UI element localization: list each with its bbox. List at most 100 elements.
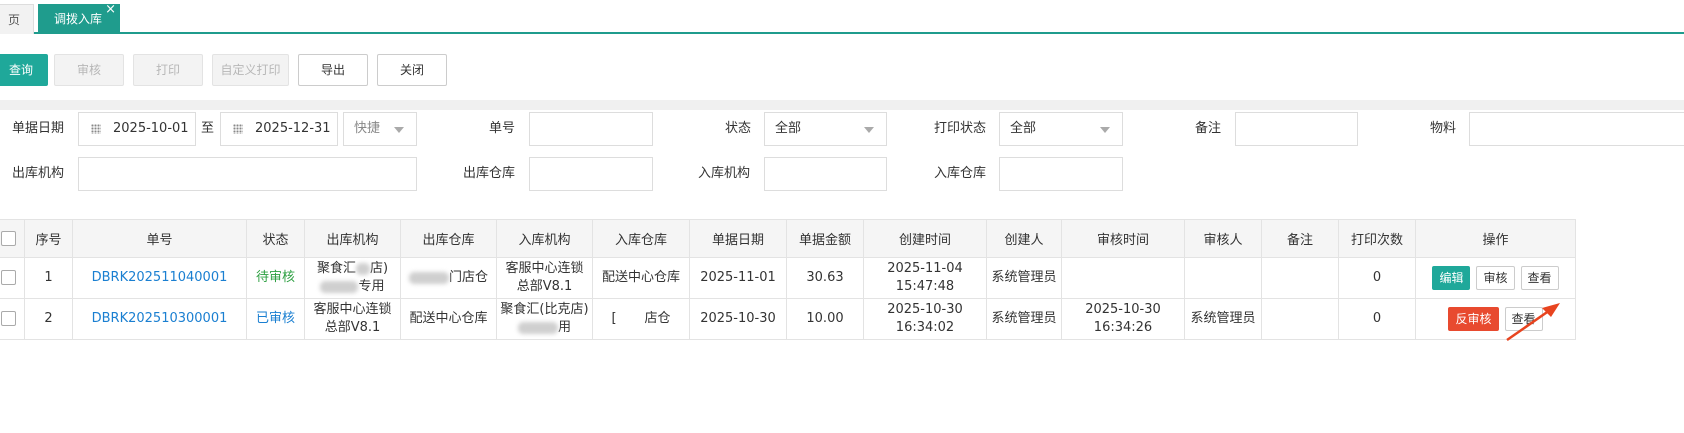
row-select-cell[interactable] bbox=[0, 298, 25, 340]
column-header: 打印次数 bbox=[1338, 219, 1416, 258]
creator-cell: 系统管理员 bbox=[986, 257, 1062, 299]
out-org-cell: 客服中心连锁 总部V8.1 bbox=[304, 298, 401, 340]
select-all-checkbox[interactable] bbox=[1, 231, 16, 246]
column-header: 备注 bbox=[1261, 219, 1339, 258]
remark-cell bbox=[1261, 298, 1339, 340]
in-wh-input[interactable] bbox=[999, 157, 1123, 191]
in-wh-label: 入库仓库 bbox=[934, 166, 987, 181]
status-cell: 已审核 bbox=[246, 298, 305, 340]
column-header: 审核人 bbox=[1184, 219, 1262, 258]
edit-button[interactable]: 编辑 bbox=[1432, 266, 1471, 290]
number-cell[interactable]: DBRK202510300001 bbox=[72, 298, 247, 340]
in-org-input[interactable] bbox=[764, 157, 887, 191]
status-badge: 已审核 bbox=[255, 311, 295, 326]
query-button[interactable]: 查询 bbox=[0, 54, 48, 86]
table-row[interactable]: 1 DBRK202511040001 待审核 聚食汇 店) 专用 门店仓 客服中心… bbox=[0, 257, 1576, 299]
date-from-input[interactable]: 2025-10-01 bbox=[78, 112, 196, 146]
in-wh-cell: [店仓 bbox=[592, 298, 690, 340]
column-header: 审核时间 bbox=[1061, 219, 1185, 258]
custom-print-button[interactable]: 自定义打印 bbox=[212, 54, 289, 86]
column-header: 创建人 bbox=[986, 219, 1062, 258]
out-org-cell: 聚食汇 店) 专用 bbox=[304, 257, 401, 299]
print-button[interactable]: 打印 bbox=[133, 54, 203, 86]
amount-cell: 30.63 bbox=[786, 257, 864, 299]
toolbar: 查询 审核 打印 自定义打印 导出 关闭 bbox=[0, 34, 1684, 100]
print-count-cell: 0 bbox=[1338, 298, 1416, 340]
reviewed-cell: 2025-10-30 16:34:26 bbox=[1061, 298, 1185, 340]
select-all-cell[interactable] bbox=[0, 219, 25, 258]
table-header-row: 序号 单号 状态 出库机构 出库仓库 入库机构 入库仓库 单据日期 单据金额 创… bbox=[0, 219, 1576, 258]
out-wh-input[interactable] bbox=[529, 157, 653, 191]
number-input[interactable] bbox=[529, 112, 653, 146]
created-cell: 2025-11-04 15:47:48 bbox=[863, 257, 987, 299]
remark-input[interactable] bbox=[1235, 112, 1358, 146]
ops-cell: 编辑 审核 查看 bbox=[1415, 257, 1576, 299]
print-status-label: 打印状态 bbox=[934, 121, 987, 136]
column-header: 创建时间 bbox=[863, 219, 987, 258]
column-header: 入库机构 bbox=[496, 219, 593, 258]
table-row[interactable]: 2 DBRK202510300001 已审核 客服中心连锁 总部V8.1 配送中心… bbox=[0, 298, 1576, 340]
quick-select[interactable]: 快捷 bbox=[343, 112, 417, 146]
column-header: 状态 bbox=[246, 219, 305, 258]
seq-cell: 2 bbox=[24, 298, 73, 340]
tab-transfer-inbound[interactable]: 调拨入库 × bbox=[38, 2, 120, 34]
to-label: 至 bbox=[201, 121, 215, 136]
divider bbox=[0, 100, 1684, 110]
column-header: 序号 bbox=[24, 219, 73, 258]
document-number-link[interactable]: DBRK202511040001 bbox=[92, 270, 228, 285]
out-org-label: 出库机构 bbox=[12, 166, 65, 181]
remark-cell bbox=[1261, 257, 1339, 299]
chevron-down-icon bbox=[1100, 127, 1110, 133]
number-label: 单号 bbox=[489, 121, 516, 136]
document-number-link[interactable]: DBRK202510300001 bbox=[92, 311, 228, 326]
chevron-down-icon bbox=[864, 127, 874, 133]
print-status-select[interactable]: 全部 bbox=[999, 112, 1123, 146]
seq-cell: 1 bbox=[24, 257, 73, 299]
print-count-cell: 0 bbox=[1338, 257, 1416, 299]
reviewed-cell bbox=[1061, 257, 1185, 299]
redacted-text bbox=[517, 321, 558, 334]
status-select[interactable]: 全部 bbox=[764, 112, 887, 146]
reviewer-cell bbox=[1184, 257, 1262, 299]
status-cell: 待审核 bbox=[246, 257, 305, 299]
arrow-annotation-icon bbox=[1506, 303, 1560, 342]
calendar-icon bbox=[233, 124, 243, 134]
chevron-down-icon bbox=[394, 127, 404, 133]
row-checkbox[interactable] bbox=[1, 311, 16, 326]
created-cell: 2025-10-30 16:34:02 bbox=[863, 298, 987, 340]
tab-bar: 页 调拨入库 × bbox=[0, 0, 1684, 34]
in-wh-cell: 配送中心仓库 bbox=[592, 257, 690, 299]
row-select-cell[interactable] bbox=[0, 257, 25, 299]
column-header: 操作 bbox=[1415, 219, 1576, 258]
tab-label: 调拨入库 bbox=[54, 12, 103, 26]
review-row-button[interactable]: 审核 bbox=[1476, 266, 1515, 290]
column-header: 单号 bbox=[72, 219, 247, 258]
view-button[interactable]: 查看 bbox=[1520, 266, 1559, 290]
column-header: 出库机构 bbox=[304, 219, 401, 258]
redacted-text bbox=[320, 280, 359, 293]
reviewer-cell: 系统管理员 bbox=[1184, 298, 1262, 340]
material-input[interactable] bbox=[1469, 112, 1684, 146]
review-button[interactable]: 审核 bbox=[54, 54, 124, 86]
close-button[interactable]: 关闭 bbox=[377, 54, 447, 86]
out-org-input[interactable] bbox=[78, 157, 417, 191]
unreview-button[interactable]: 反审核 bbox=[1448, 307, 1499, 331]
calendar-icon bbox=[91, 124, 101, 134]
column-header: 单据日期 bbox=[689, 219, 787, 258]
row-checkbox[interactable] bbox=[1, 270, 16, 285]
export-button[interactable]: 导出 bbox=[298, 54, 368, 86]
status-label: 状态 bbox=[725, 121, 752, 136]
material-label: 物料 bbox=[1430, 121, 1457, 136]
column-header: 单据金额 bbox=[786, 219, 864, 258]
tab-home[interactable]: 页 bbox=[0, 4, 34, 34]
in-org-label: 入库机构 bbox=[698, 166, 751, 181]
status-badge: 待审核 bbox=[255, 270, 295, 285]
column-header: 入库仓库 bbox=[592, 219, 690, 258]
number-cell[interactable]: DBRK202511040001 bbox=[72, 257, 247, 299]
date-to-input[interactable]: 2025-12-31 bbox=[220, 112, 338, 146]
close-icon[interactable]: × bbox=[105, 0, 116, 25]
in-org-cell: 客服中心连锁 总部V8.1 bbox=[496, 257, 593, 299]
amount-cell: 10.00 bbox=[786, 298, 864, 340]
date-cell: 2025-11-01 bbox=[689, 257, 787, 299]
redacted-text bbox=[408, 271, 449, 284]
